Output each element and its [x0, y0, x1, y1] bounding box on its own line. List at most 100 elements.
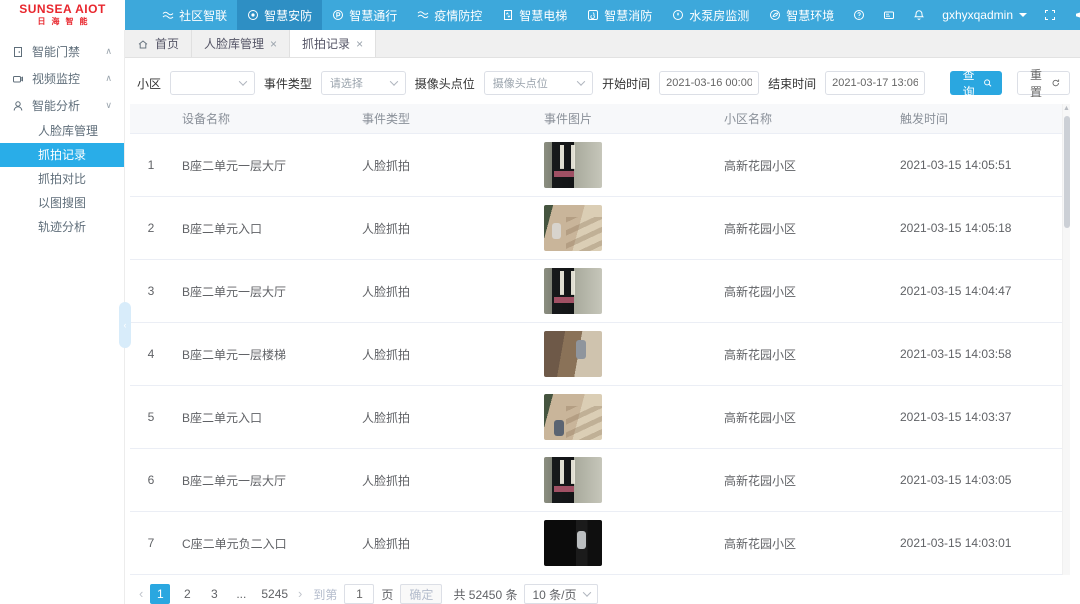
device-name: C座二单元负二入口	[172, 512, 352, 575]
goto-suffix-label: 页	[381, 586, 393, 603]
tab-抓拍记录[interactable]: 抓拍记录×	[290, 30, 376, 57]
row-index: 5	[130, 386, 172, 449]
event-image-cell	[534, 449, 714, 512]
page-button-3[interactable]: 3	[204, 584, 224, 604]
prev-page-icon[interactable]: ‹	[139, 584, 143, 604]
goto-page-input[interactable]	[344, 584, 374, 604]
user-menu[interactable]: gxhyxqadmin	[934, 8, 1035, 22]
row-index: 4	[130, 323, 172, 386]
sidebar-item-以图搜图[interactable]: 以图搜图	[0, 191, 124, 215]
search-button[interactable]: 查询	[950, 71, 1001, 95]
event-type: 人脸抓拍	[352, 134, 534, 197]
trigger-time: 2021-03-15 14:04:47	[890, 260, 1062, 323]
sidebar-item-轨迹分析[interactable]: 轨迹分析	[0, 215, 124, 239]
event-type: 人脸抓拍	[352, 323, 534, 386]
nav-item-智慧通行[interactable]: 智慧通行	[322, 0, 407, 30]
bell-icon[interactable]	[904, 0, 934, 30]
device-name: B座二单元一层大厅	[172, 260, 352, 323]
sidebar-group-智能分析[interactable]: 智能分析∨	[0, 92, 124, 119]
col-触发时间: 触发时间	[890, 104, 1062, 134]
page-button-5245[interactable]: 5245	[258, 584, 291, 604]
brand-name: SUNSEA AIOT	[0, 3, 125, 16]
event-snapshot[interactable]	[544, 394, 602, 440]
scrollbar-thumb[interactable]	[1064, 116, 1070, 228]
sidebar-item-抓拍记录[interactable]: 抓拍记录	[0, 143, 124, 167]
sidebar-group-视频监控[interactable]: 视频监控∧	[0, 65, 124, 92]
username: gxhyxqadmin	[942, 8, 1013, 22]
card-icon[interactable]	[874, 0, 904, 30]
community-name: 高新花园小区	[714, 197, 890, 260]
next-page-icon[interactable]: ›	[298, 584, 302, 604]
tab-bar: 首页人脸库管理×抓拍记录×	[125, 30, 1080, 58]
trigger-time: 2021-03-15 14:03:58	[890, 323, 1062, 386]
row-index: 1	[130, 134, 172, 197]
start-time-input[interactable]	[659, 71, 759, 95]
close-icon[interactable]: ×	[356, 37, 363, 51]
sidebar-item-人脸库管理[interactable]: 人脸库管理	[0, 119, 124, 143]
table-zone: 设备名称事件类型事件图片小区名称触发时间1B座二单元一层大厅人脸抓拍高新花园小区…	[125, 104, 1080, 575]
sidebar-collapse-handle[interactable]: ‹	[119, 302, 131, 348]
sidebar-item-抓拍对比[interactable]: 抓拍对比	[0, 167, 124, 191]
community-name: 高新花园小区	[714, 260, 890, 323]
event-snapshot[interactable]	[544, 457, 602, 503]
row-index: 7	[130, 512, 172, 575]
event-snapshot[interactable]	[544, 268, 602, 314]
nav-item-智慧电梯[interactable]: 智慧电梯	[492, 0, 577, 30]
nav-item-社区智联[interactable]: 社区智联	[152, 0, 237, 30]
tab-首页[interactable]: 首页	[125, 30, 192, 57]
community-name: 高新花园小区	[714, 134, 890, 197]
event-type-select[interactable]: 请选择	[321, 71, 406, 95]
nav-item-智慧安防[interactable]: 智慧安防	[237, 0, 322, 30]
scroll-up-icon[interactable]: ▲	[1063, 104, 1070, 114]
home-icon	[137, 38, 149, 50]
edge-icon[interactable]	[1065, 0, 1080, 30]
app-root: SUNSEA AIOT 日海智能 社区智联智慧安防智慧通行疫情防控智慧电梯智慧消…	[0, 0, 1080, 604]
device-name: B座二单元入口	[172, 386, 352, 449]
close-icon[interactable]: ×	[270, 37, 277, 51]
pagination: ‹ 123...5245 › 到第 页 确定 共 52450 条 10 条/页	[125, 575, 1080, 604]
chevron-up-icon: ∧	[105, 46, 112, 57]
event-snapshot[interactable]	[544, 331, 602, 377]
col-事件类型: 事件类型	[352, 104, 534, 134]
camera-select[interactable]: 摄像头点位	[484, 71, 593, 95]
table-row: 5B座二单元入口人脸抓拍高新花园小区2021-03-15 14:03:37	[130, 386, 1062, 449]
event-type: 人脸抓拍	[352, 512, 534, 575]
table-row: 1B座二单元一层大厅人脸抓拍高新花园小区2021-03-15 14:05:51	[130, 134, 1062, 197]
table-scrollbar[interactable]: ▲	[1062, 104, 1070, 575]
event-image-cell	[534, 134, 714, 197]
page-button-1[interactable]: 1	[150, 584, 170, 604]
event-snapshot[interactable]	[544, 205, 602, 251]
nav-item-智慧环境[interactable]: 智慧环境	[759, 0, 844, 30]
event-image-cell	[534, 260, 714, 323]
device-name: B座二单元一层楼梯	[172, 323, 352, 386]
sidebar-group-智能门禁[interactable]: 智能门禁∧	[0, 38, 124, 65]
goto-label: 到第	[313, 586, 337, 603]
access-icon	[332, 9, 344, 21]
col-小区名称: 小区名称	[714, 104, 890, 134]
help-icon[interactable]	[844, 0, 874, 30]
tab-人脸库管理[interactable]: 人脸库管理×	[192, 30, 290, 57]
reset-button[interactable]: 重置	[1017, 71, 1070, 95]
community-select[interactable]	[170, 71, 255, 95]
filter-bar: 小区 事件类型 请选择 摄像头点位 摄像头点位 开始时间 结束时间	[125, 58, 1080, 104]
event-type: 人脸抓拍	[352, 197, 534, 260]
chevron-down-icon	[577, 77, 585, 85]
table-row: 4B座二单元一层楼梯人脸抓拍高新花园小区2021-03-15 14:03:58	[130, 323, 1062, 386]
event-snapshot[interactable]	[544, 142, 602, 188]
page-button-2[interactable]: 2	[177, 584, 197, 604]
page-button-...[interactable]: ...	[231, 584, 251, 604]
content-area: 首页人脸库管理×抓拍记录× 小区 事件类型 请选择 摄像头点位 摄像头点位 开	[125, 30, 1080, 604]
nav-item-疫情防控[interactable]: 疫情防控	[407, 0, 492, 30]
nav-item-智慧消防[interactable]: 智慧消防	[577, 0, 662, 30]
epidemic-icon	[417, 9, 429, 21]
page-size-select[interactable]: 10 条/页	[524, 584, 597, 604]
device-name: B座二单元一层大厅	[172, 134, 352, 197]
event-type: 人脸抓拍	[352, 449, 534, 512]
col-index	[130, 104, 172, 134]
nav-item-水泵房监测[interactable]: 水泵房监测	[662, 0, 759, 30]
fullscreen-icon[interactable]	[1035, 0, 1065, 30]
goto-confirm-button[interactable]: 确定	[400, 584, 442, 604]
chevron-down-icon	[582, 588, 590, 596]
end-time-input[interactable]	[825, 71, 925, 95]
event-snapshot[interactable]	[544, 520, 602, 566]
